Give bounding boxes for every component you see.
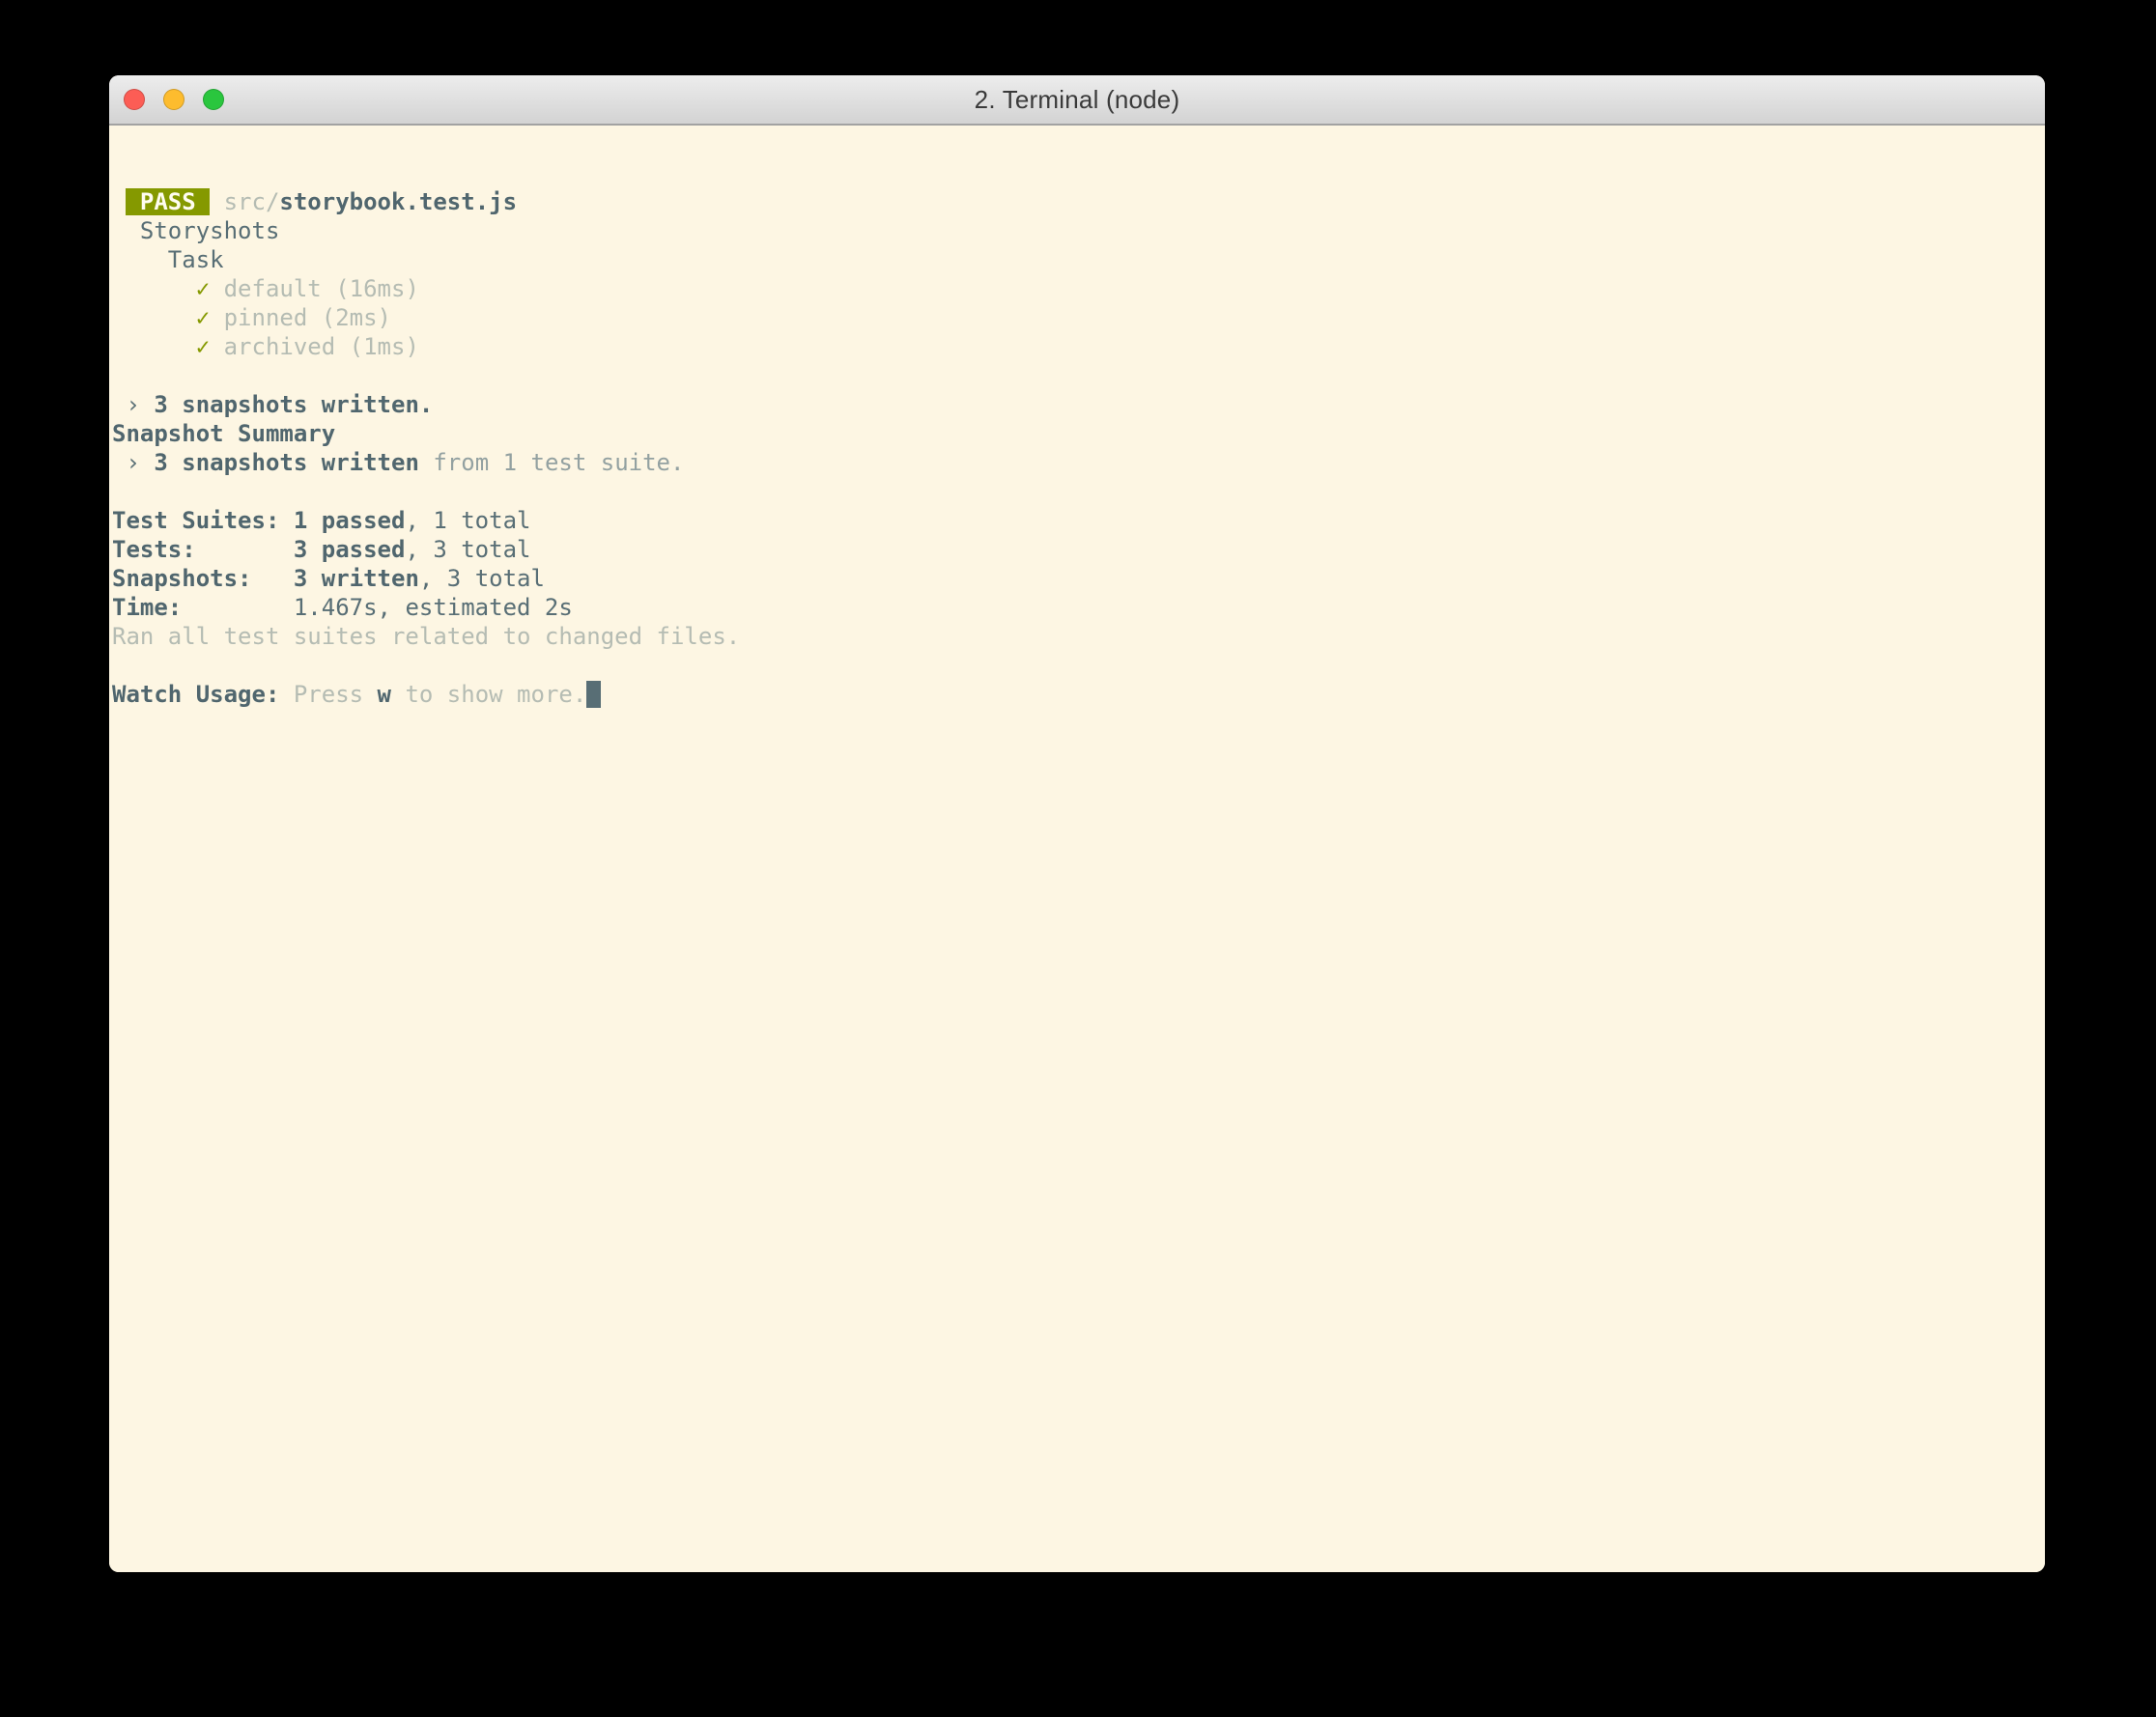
terminal-text-segment: pinned (2ms) (210, 304, 391, 331)
zoom-button[interactable] (203, 89, 224, 110)
terminal-text-segment: w (378, 681, 391, 708)
terminal-text-segment: Snapshot Summary (112, 420, 335, 447)
terminal-text-segment: 1 passed (294, 507, 406, 534)
terminal-output: PASS src/storybook.test.js Storyshots Ta… (112, 187, 2045, 709)
terminal-text-segment: Press (294, 681, 378, 708)
desktop: { "window": { "title": "2. Terminal (nod… (0, 0, 2156, 1717)
terminal-text-segment: 3 snapshots written (154, 449, 419, 476)
terminal-screen[interactable]: PASS src/storybook.test.js Storyshots Ta… (109, 126, 2045, 1572)
terminal-line: Test Suites: 1 passed, 1 total (112, 506, 2045, 535)
terminal-text-segment: archived (1ms) (210, 333, 419, 360)
terminal-text-segment: storybook.test.js (279, 188, 517, 215)
terminal-text-segment: default (16ms) (210, 275, 419, 302)
terminal-text-segment: Task (112, 246, 224, 273)
terminal-line: ✓ default (16ms) (112, 274, 2045, 303)
terminal-line: Time: 1.467s, estimated 2s (112, 593, 2045, 622)
traffic-lights (124, 75, 224, 124)
terminal-text-segment: Test Suites: (112, 507, 294, 534)
terminal-text-segment: Ran all test suites related to changed f… (112, 623, 740, 650)
titlebar[interactable]: 2. Terminal (node) (109, 75, 2045, 126)
terminal-line: ✓ pinned (2ms) (112, 303, 2045, 332)
terminal-text-segment: Time: (112, 594, 182, 621)
minimize-button[interactable] (163, 89, 184, 110)
terminal-line: ✓ archived (1ms) (112, 332, 2045, 361)
window-title: 2. Terminal (node) (975, 85, 1180, 115)
terminal-text-segment: Tests: (112, 536, 294, 563)
terminal-text-segment: Storyshots (112, 217, 279, 244)
terminal-text-segment: › (112, 449, 154, 476)
terminal-text-segment: Watch Usage: (112, 681, 294, 708)
check-icon: ✓ (112, 304, 210, 331)
terminal-line: PASS src/storybook.test.js (112, 187, 2045, 216)
terminal-text-segment: 3 snapshots written. (154, 391, 433, 418)
terminal-line (112, 477, 2045, 506)
terminal-line: › 3 snapshots written from 1 test suite. (112, 448, 2045, 477)
terminal-text-segment: src/ (224, 188, 280, 215)
terminal-text-segment: , 1 total (405, 507, 530, 534)
terminal-text-segment: , 3 total (419, 565, 545, 592)
terminal-line (112, 361, 2045, 390)
terminal-line: Ran all test suites related to changed f… (112, 622, 2045, 651)
terminal-text-segment: from 1 test suite. (419, 449, 685, 476)
close-button[interactable] (124, 89, 145, 110)
terminal-line: Snapshot Summary (112, 419, 2045, 448)
terminal-window: 2. Terminal (node) PASS src/storybook.te… (109, 75, 2045, 1572)
terminal-line: › 3 snapshots written. (112, 390, 2045, 419)
terminal-line: Tests: 3 passed, 3 total (112, 535, 2045, 564)
terminal-text-segment: Snapshots: (112, 565, 294, 592)
terminal-text-segment (112, 188, 126, 215)
check-icon: ✓ (112, 333, 210, 360)
pass-badge: PASS (126, 188, 210, 215)
terminal-line: Task (112, 245, 2045, 274)
terminal-text-segment: 3 passed (294, 536, 406, 563)
terminal-line: Snapshots: 3 written, 3 total (112, 564, 2045, 593)
terminal-text-segment: 1.467s, estimated 2s (182, 594, 573, 621)
check-icon: ✓ (112, 275, 210, 302)
terminal-text-segment: 3 written (294, 565, 419, 592)
terminal-line (112, 651, 2045, 680)
terminal-line: Storyshots (112, 216, 2045, 245)
terminal-line: Watch Usage: Press w to show more. (112, 680, 2045, 709)
terminal-text-segment: , 3 total (405, 536, 530, 563)
terminal-text-segment: to show more. (391, 681, 586, 708)
terminal-text-segment (210, 188, 223, 215)
terminal-cursor (586, 681, 600, 708)
terminal-text-segment: › (112, 391, 154, 418)
